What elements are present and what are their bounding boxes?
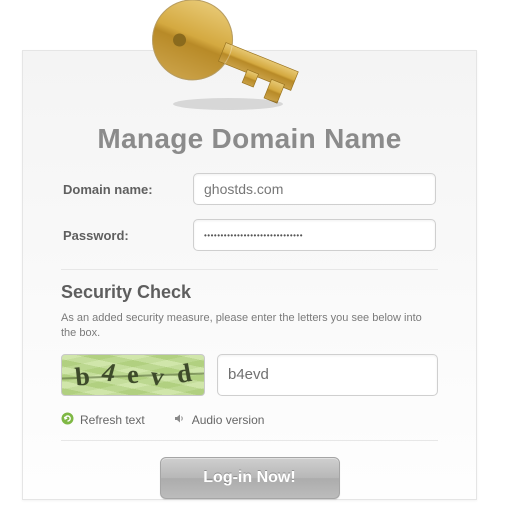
page-title: Manage Domain Name bbox=[23, 123, 476, 155]
security-check: Security Check As an added security meas… bbox=[61, 269, 438, 441]
key-icon bbox=[140, 0, 310, 116]
security-description: As an added security measure, please ent… bbox=[61, 311, 438, 342]
password-input[interactable] bbox=[193, 219, 436, 251]
domain-row: Domain name: bbox=[63, 173, 436, 205]
captcha-links: Refresh text Audio version bbox=[61, 412, 438, 441]
domain-label: Domain name: bbox=[63, 182, 193, 197]
captcha-input[interactable] bbox=[217, 354, 438, 396]
audio-captcha-link[interactable]: Audio version bbox=[173, 412, 265, 428]
captcha-row: b 4 e v d bbox=[61, 354, 438, 396]
speaker-icon bbox=[173, 412, 186, 428]
captcha-image: b 4 e v d bbox=[61, 354, 205, 396]
refresh-captcha-link[interactable]: Refresh text bbox=[61, 412, 145, 428]
domain-input[interactable] bbox=[193, 173, 436, 205]
audio-label: Audio version bbox=[192, 413, 265, 427]
refresh-label: Refresh text bbox=[80, 413, 145, 427]
captcha-char: e bbox=[126, 359, 140, 390]
login-panel: Manage Domain Name Domain name: Password… bbox=[22, 50, 477, 500]
captcha-char: 4 bbox=[101, 357, 117, 388]
security-title: Security Check bbox=[61, 282, 438, 303]
password-row: Password: bbox=[63, 219, 436, 251]
captcha-char: v bbox=[149, 361, 166, 392]
captcha-char: d bbox=[174, 358, 193, 390]
password-label: Password: bbox=[63, 228, 193, 243]
captcha-char: b bbox=[73, 361, 91, 392]
login-button[interactable]: Log-in Now! bbox=[160, 457, 340, 499]
refresh-icon bbox=[61, 412, 74, 428]
